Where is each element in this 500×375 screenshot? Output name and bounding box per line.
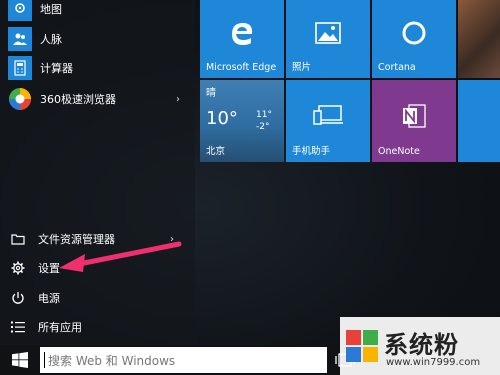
photos-icon: [315, 22, 341, 48]
people-icon: [8, 27, 32, 51]
power-item[interactable]: 电源: [10, 287, 190, 309]
power-icon: [10, 290, 26, 306]
chevron-right-icon[interactable]: ›: [176, 94, 180, 105]
tile-label: 手机助手: [292, 146, 331, 157]
tile-image: [458, 0, 500, 78]
tile-partial[interactable]: [458, 80, 500, 162]
360-browser-icon: [8, 87, 32, 111]
calculator-icon: [8, 56, 32, 80]
annotation-arrow: [59, 241, 182, 272]
windows-logo-icon: [12, 352, 28, 368]
weather-temp: 10°: [206, 108, 238, 129]
app-item-360-browser[interactable]: 360极速浏览器 ›: [8, 86, 188, 112]
all-apps-item[interactable]: 所有应用: [10, 316, 190, 338]
text-caret: [44, 352, 45, 368]
onenote-icon: [401, 102, 427, 134]
edge-icon: [229, 20, 255, 50]
tile-photo-partial[interactable]: [458, 0, 500, 78]
app-item-people[interactable]: 人脉: [8, 26, 188, 52]
watermark-title: 系统粉: [384, 331, 459, 359]
start-menu: 地图 人脉 计算器 360极速浏览器 › 文件资源管理器 › 设置 电源 所有应…: [0, 0, 500, 345]
all-apps-label: 所有应用: [38, 321, 82, 334]
tile-microsoft-edge[interactable]: Microsoft Edge: [200, 0, 284, 78]
app-label: 地图: [40, 3, 62, 16]
watermark-url: www.win7999.com: [386, 357, 481, 368]
gear-icon: [10, 260, 26, 276]
search-placeholder: 搜索 Web 和 Windows: [48, 354, 176, 368]
app-label: 人脉: [40, 33, 62, 46]
app-label: 360极速浏览器: [40, 93, 116, 106]
search-input[interactable]: 搜索 Web 和 Windows: [40, 347, 327, 373]
start-button[interactable]: [0, 345, 40, 375]
power-label: 电源: [38, 292, 60, 305]
phone-laptop-icon: [313, 104, 343, 130]
watermark-logo: 系统粉 www.win7999.com: [340, 317, 500, 375]
tile-weather[interactable]: 晴 10° 11° -2° 北京: [200, 80, 284, 162]
tile-label: 照片: [292, 62, 312, 73]
app-item-maps[interactable]: 地图: [8, 0, 188, 22]
tile-label: Microsoft Edge: [206, 62, 277, 73]
map-pin-icon: [8, 0, 32, 21]
windows-flag-logo: [346, 330, 378, 362]
tile-label: Cortana: [378, 62, 416, 73]
cortana-icon: [401, 20, 427, 50]
tile-phone-companion[interactable]: 手机助手: [286, 80, 370, 162]
app-item-calculator[interactable]: 计算器: [8, 55, 188, 81]
tile-label: OneNote: [378, 146, 420, 157]
list-icon: [10, 319, 26, 335]
weather-condition: 晴: [206, 88, 216, 99]
tile-photos[interactable]: 照片: [286, 0, 370, 78]
app-label: 计算器: [40, 62, 73, 75]
tile-onenote[interactable]: OneNote: [372, 80, 456, 162]
tile-cortana[interactable]: Cortana: [372, 0, 456, 78]
weather-city: 北京: [206, 146, 226, 157]
weather-high: 11°: [256, 110, 272, 120]
start-left-panel: 地图 人脉 计算器 360极速浏览器 › 文件资源管理器 › 设置 电源 所有应…: [0, 0, 195, 345]
folder-icon: [10, 231, 26, 247]
weather-low: -2°: [256, 122, 270, 132]
